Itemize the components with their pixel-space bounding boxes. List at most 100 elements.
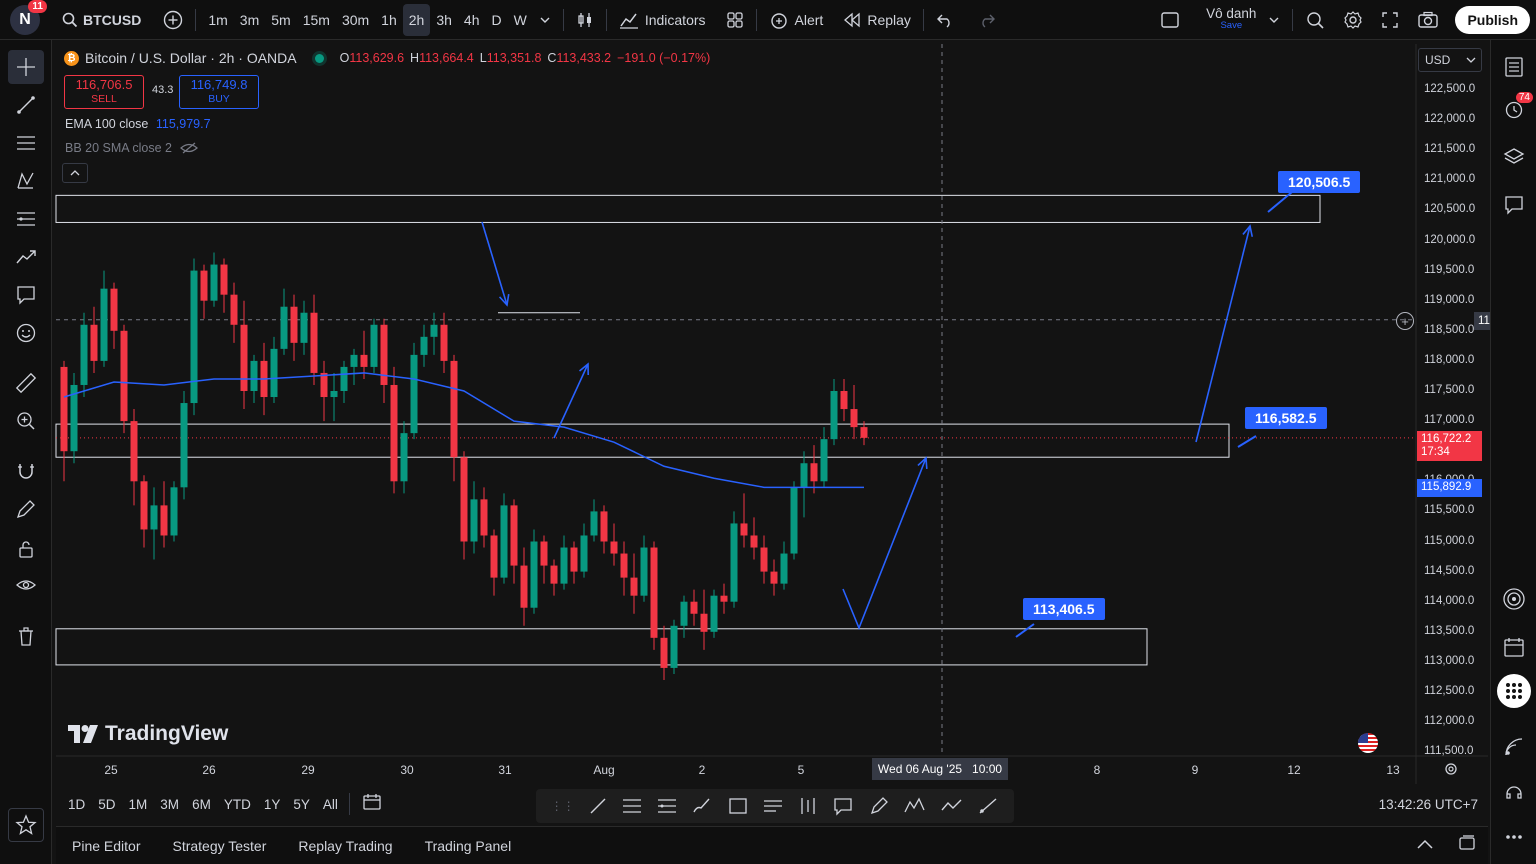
drawing-mode-tool[interactable] <box>8 492 44 526</box>
supply-demand-zone[interactable] <box>55 194 1321 223</box>
measure-tool[interactable] <box>8 366 44 400</box>
brush-icon[interactable] <box>691 796 713 816</box>
remove-drawings-tool[interactable] <box>8 620 44 654</box>
collapse-legend-button[interactable] <box>62 163 88 183</box>
channel-icon[interactable] <box>621 796 643 816</box>
pen-icon[interactable] <box>868 796 890 816</box>
pattern-tool[interactable] <box>8 164 44 198</box>
range-3m[interactable]: 3M <box>160 797 179 812</box>
annotation-tool[interactable] <box>8 278 44 312</box>
crosshair-tool[interactable] <box>8 50 44 84</box>
text-lines-icon[interactable] <box>762 796 784 816</box>
interval-3h[interactable]: 3h <box>430 4 458 36</box>
chart-pane[interactable]: ₿ Bitcoin / U.S. Dollar · 2h · OANDA O11… <box>55 44 1536 784</box>
currency-select[interactable]: USD <box>1418 48 1482 72</box>
supply-demand-zone[interactable] <box>55 628 1148 666</box>
layout-button[interactable] <box>1154 4 1186 36</box>
target-callout[interactable]: 120,506.5 <box>1278 171 1361 193</box>
interval-D[interactable]: D <box>485 4 507 36</box>
more-button[interactable] <box>1497 820 1531 854</box>
interval-5m[interactable]: 5m <box>265 4 296 36</box>
add-alert-plus-icon[interactable]: + <box>1396 312 1414 330</box>
eye-hidden-icon[interactable] <box>180 141 198 155</box>
magnet-tool[interactable] <box>8 454 44 488</box>
us-flag-icon[interactable] <box>1358 733 1378 753</box>
redo-button[interactable] <box>972 4 1002 36</box>
up-arrow[interactable] <box>553 363 589 439</box>
emoji-tool[interactable] <box>8 316 44 350</box>
interval-1h[interactable]: 1h <box>375 4 403 36</box>
apps-button[interactable] <box>1497 674 1531 708</box>
clock-timezone[interactable]: 13:42:26 UTC+7 <box>1379 797 1478 812</box>
calendar-button[interactable] <box>1497 630 1531 664</box>
goto-date-button[interactable] <box>362 792 382 817</box>
compare-symbol-button[interactable] <box>157 4 189 36</box>
streams-button[interactable] <box>1497 730 1531 764</box>
interval-4h[interactable]: 4h <box>458 4 486 36</box>
expand-panel-button[interactable] <box>1416 837 1434 855</box>
bb-legend[interactable]: BB 20 SMA close 2 <box>65 141 198 155</box>
path-icon[interactable] <box>940 796 964 816</box>
horizontal-lines-tool[interactable] <box>8 126 44 160</box>
fullscreen-button[interactable] <box>1375 4 1405 36</box>
templates-button[interactable] <box>720 4 750 36</box>
range-5y[interactable]: 5Y <box>293 797 310 812</box>
watchlist-button[interactable] <box>1497 50 1531 84</box>
tab-pine-editor[interactable]: Pine Editor <box>72 838 140 854</box>
tab-strategy-tester[interactable]: Strategy Tester <box>172 838 266 854</box>
resistance-callout[interactable]: 116,582.5 <box>1245 407 1327 429</box>
rebound-arrow[interactable] <box>842 457 927 631</box>
maximize-panel-button[interactable] <box>1458 834 1476 857</box>
user-avatar[interactable]: N 11 <box>10 0 47 35</box>
publish-button[interactable]: Publish <box>1455 5 1530 34</box>
chats-button[interactable] <box>1497 188 1531 222</box>
sell-button[interactable]: 116,706.5 SELL <box>64 75 144 109</box>
zoom-tool[interactable] <box>8 404 44 438</box>
long-position-icon[interactable] <box>797 796 819 816</box>
range-all[interactable]: All <box>323 797 338 812</box>
speech-bubble-icon[interactable] <box>832 796 854 816</box>
buy-button[interactable]: 116,749.8 BUY <box>179 75 259 109</box>
fib-retracement-icon[interactable] <box>656 796 678 816</box>
axis-settings-button[interactable] <box>1444 762 1458 781</box>
alerts-button[interactable]: 74 <box>1497 92 1533 126</box>
down-arrow[interactable] <box>481 221 508 306</box>
range-1m[interactable]: 1M <box>129 797 148 812</box>
range-1d[interactable]: 1D <box>68 797 85 812</box>
replay-button[interactable]: Replay <box>837 4 917 36</box>
layout-menu-button[interactable] <box>1262 4 1286 36</box>
interval-W[interactable]: W <box>508 4 533 36</box>
interval-1m[interactable]: 1m <box>202 4 233 36</box>
elliott-wave-icon[interactable] <box>903 796 927 816</box>
alert-button[interactable]: Alert <box>763 4 830 36</box>
range-1y[interactable]: 1Y <box>264 797 281 812</box>
help-button[interactable] <box>1497 776 1531 810</box>
drag-handle-icon[interactable]: ⋮⋮ <box>551 799 575 813</box>
range-ytd[interactable]: YTD <box>224 797 251 812</box>
interval-dropdown-button[interactable] <box>533 4 557 36</box>
quick-search-button[interactable] <box>1299 4 1331 36</box>
trendline-icon[interactable] <box>588 796 608 816</box>
indicators-button[interactable]: Indicators <box>613 4 712 36</box>
layout-name-button[interactable]: Vô danh Save <box>1200 4 1262 36</box>
tab-replay-trading[interactable]: Replay Trading <box>298 838 392 854</box>
lock-drawings-tool[interactable] <box>8 532 44 566</box>
interval-3m[interactable]: 3m <box>234 4 265 36</box>
target-arrow[interactable] <box>1195 225 1251 443</box>
object-tree-button[interactable] <box>1497 140 1531 174</box>
forecast-tool[interactable] <box>8 240 44 274</box>
hide-drawings-tool[interactable] <box>8 568 44 602</box>
ray-icon[interactable] <box>977 796 999 816</box>
tab-trading-panel[interactable]: Trading Panel <box>425 838 512 854</box>
supply-demand-zone[interactable] <box>55 423 1230 458</box>
range-6m[interactable]: 6M <box>192 797 211 812</box>
range-5d[interactable]: 5D <box>98 797 115 812</box>
favorites-button[interactable] <box>8 808 44 842</box>
rectangle-icon[interactable] <box>727 796 749 816</box>
chart-type-button[interactable] <box>570 4 600 36</box>
settings-button[interactable] <box>1337 4 1369 36</box>
ema-legend[interactable]: EMA 100 close 115,979.7 <box>65 117 211 131</box>
screenshot-button[interactable] <box>1411 4 1445 36</box>
ideas-button[interactable] <box>1497 582 1531 616</box>
fib-tool[interactable] <box>8 202 44 236</box>
